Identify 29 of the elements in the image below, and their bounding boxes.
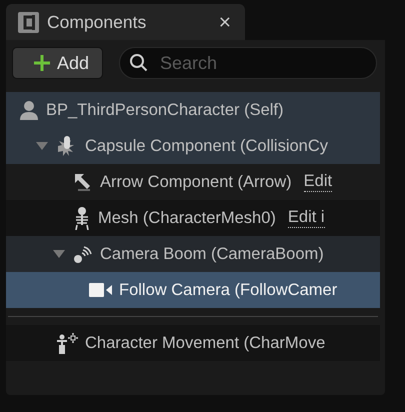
add-button[interactable]: Add bbox=[12, 47, 104, 79]
tree-row[interactable]: Mesh (CharacterMesh0) Edit i bbox=[6, 200, 380, 236]
tree-row[interactable]: Arrow Component (Arrow) Edit bbox=[6, 164, 380, 200]
movement-icon bbox=[55, 331, 79, 355]
skeleton-icon bbox=[72, 206, 92, 230]
tab-title: Components bbox=[47, 10, 148, 34]
caret-icon[interactable] bbox=[52, 249, 66, 259]
edit-link[interactable]: Edit i bbox=[288, 208, 325, 228]
component-label: Mesh (CharacterMesh0) bbox=[98, 208, 276, 229]
close-button[interactable]: × bbox=[216, 12, 233, 32]
component-tab-icon bbox=[18, 12, 39, 32]
search-icon bbox=[129, 53, 150, 73]
tree-row[interactable]: Follow Camera (FollowCamer bbox=[6, 272, 380, 308]
edit-link[interactable]: Edit bbox=[304, 172, 332, 192]
plus-icon bbox=[33, 54, 51, 72]
tree-row[interactable]: Camera Boom (CameraBoom) bbox=[6, 236, 380, 272]
person-icon bbox=[18, 99, 40, 121]
tree-row[interactable]: Capsule Component (CollisionCy bbox=[6, 128, 380, 164]
component-label: Character Movement (CharMove bbox=[85, 332, 326, 354]
caret-icon[interactable] bbox=[35, 141, 49, 151]
video-camera-icon bbox=[89, 282, 113, 298]
component-label: BP_ThirdPersonCharacter (Self) bbox=[46, 100, 284, 121]
component-label: Capsule Component (CollisionCy bbox=[85, 136, 328, 157]
tree-row[interactable]: BP_ThirdPersonCharacter (Self) bbox=[6, 92, 380, 128]
tree-row[interactable]: Character Movement (CharMove bbox=[6, 325, 380, 361]
search-field[interactable]: Search bbox=[119, 47, 377, 79]
component-label: Camera Boom (CameraBoom) bbox=[100, 244, 324, 265]
component-label: Arrow Component (Arrow) bbox=[100, 172, 292, 193]
component-label: Follow Camera (FollowCamer bbox=[119, 280, 338, 301]
